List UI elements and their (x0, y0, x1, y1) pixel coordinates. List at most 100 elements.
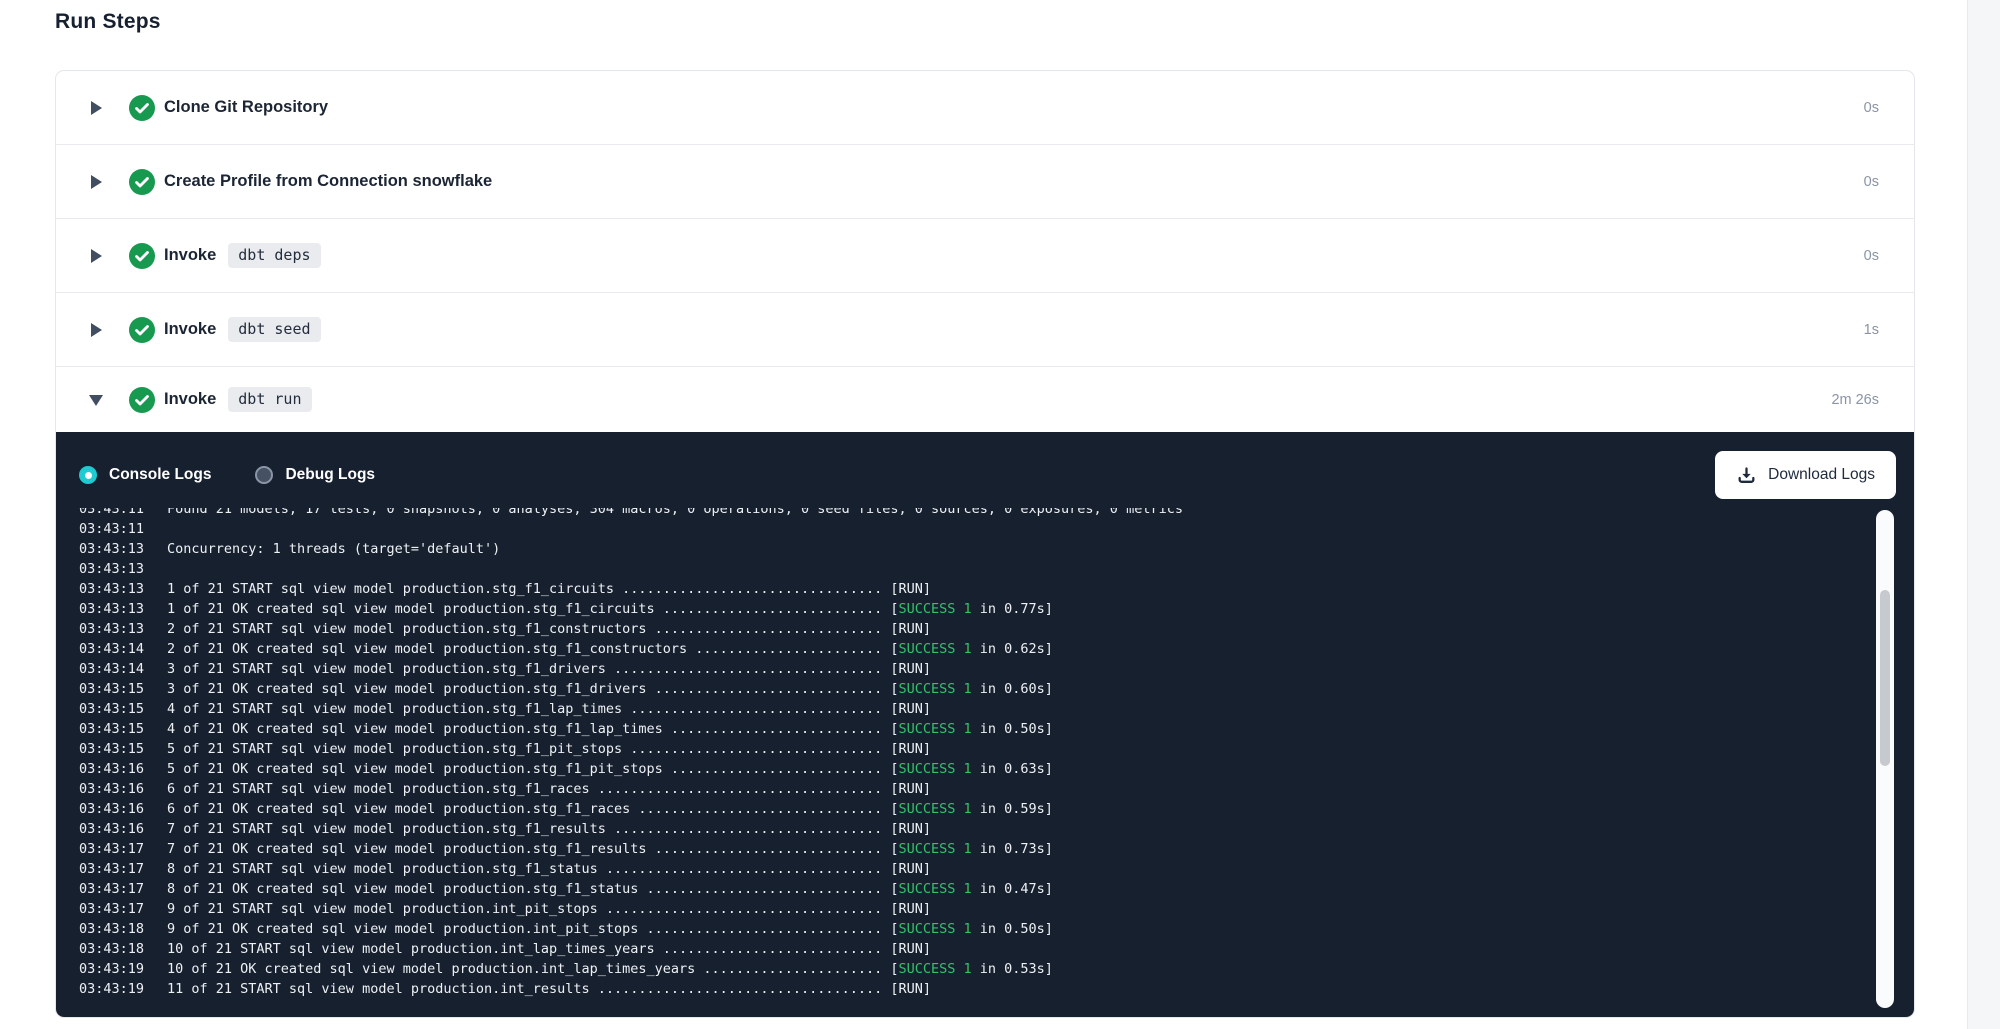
log-line: 03:43:1910 of 21 OK created sql view mod… (79, 959, 1870, 979)
log-message: Found 21 models, 17 tests, 0 snapshots, … (167, 508, 1183, 517)
success-check-icon (129, 95, 155, 121)
log-timestamp: 03:43:17 (79, 859, 167, 879)
log-line: 03:43:166 of 21 START sql view model pro… (79, 779, 1870, 799)
run-steps-list: Clone Git Repository0sCreate Profile fro… (56, 71, 1914, 432)
log-success-status: SUCCESS 1 (899, 921, 972, 937)
log-line: 03:43:11Found 21 models, 17 tests, 0 sna… (79, 508, 1870, 519)
log-line: 03:43:142 of 21 OK created sql view mode… (79, 639, 1870, 659)
log-success-status: SUCCESS 1 (899, 641, 972, 657)
log-message: 9 of 21 OK created sql view model produc… (167, 921, 899, 937)
run-step-row-4[interactable]: Invokedbt seed1s (56, 292, 1914, 366)
step-duration: 0s (1864, 248, 1879, 264)
log-timestamp: 03:43:15 (79, 719, 167, 739)
log-duration: in 0.50s] (972, 721, 1053, 737)
log-duration: in 0.59s] (972, 801, 1053, 817)
log-message: 8 of 21 OK created sql view model produc… (167, 881, 899, 897)
command-chip: dbt deps (228, 243, 320, 268)
debug-logs-radio[interactable]: Debug Logs (255, 466, 375, 484)
download-logs-label: Download Logs (1768, 466, 1875, 484)
success-check-icon (129, 317, 155, 343)
log-message: 1 of 21 OK created sql view model produc… (167, 601, 899, 617)
log-success-status: SUCCESS 1 (899, 721, 972, 737)
log-timestamp: 03:43:19 (79, 979, 167, 999)
log-line: 03:43:153 of 21 OK created sql view mode… (79, 679, 1870, 699)
log-duration: in 0.50s] (972, 921, 1053, 937)
log-message: 1 of 21 START sql view model production.… (167, 581, 931, 597)
log-message: 7 of 21 OK created sql view model produc… (167, 841, 899, 857)
download-logs-button[interactable]: Download Logs (1715, 451, 1896, 499)
log-type-radio-group: Console Logs Debug Logs (79, 466, 375, 484)
success-check-icon (129, 387, 155, 413)
log-duration: in 0.47s] (972, 881, 1053, 897)
log-timestamp: 03:43:11 (79, 508, 167, 519)
log-message: 9 of 21 START sql view model production.… (167, 901, 931, 917)
log-timestamp: 03:43:15 (79, 699, 167, 719)
log-line: 03:43:1911 of 21 START sql view model pr… (79, 979, 1870, 999)
log-timestamp: 03:43:14 (79, 639, 167, 659)
caret-right-icon[interactable] (89, 175, 103, 189)
log-success-status: SUCCESS 1 (899, 761, 972, 777)
run-steps-card: Clone Git Repository0sCreate Profile fro… (55, 70, 1915, 1018)
log-line: 03:43:13Concurrency: 1 threads (target='… (79, 539, 1870, 559)
log-line: 03:43:155 of 21 START sql view model pro… (79, 739, 1870, 759)
log-panel-header: Console Logs Debug Logs Download Logs (56, 432, 1914, 499)
log-message: 11 of 21 START sql view model production… (167, 981, 931, 997)
log-line: 03:43:178 of 21 OK created sql view mode… (79, 879, 1870, 899)
command-chip: dbt seed (228, 317, 320, 342)
log-message: 7 of 21 START sql view model production.… (167, 821, 931, 837)
log-scrollbar-track[interactable] (1876, 510, 1894, 1008)
log-message: 5 of 21 START sql view model production.… (167, 741, 931, 757)
log-timestamp: 03:43:18 (79, 919, 167, 939)
log-message: 2 of 21 OK created sql view model produc… (167, 641, 899, 657)
log-timestamp: 03:43:18 (79, 939, 167, 959)
success-check-icon (129, 169, 155, 195)
caret-right-icon[interactable] (89, 323, 103, 337)
console-logs-radio[interactable]: Console Logs (79, 466, 211, 484)
run-step-row-2[interactable]: Create Profile from Connection snowflake… (56, 144, 1914, 218)
log-message: 6 of 21 START sql view model production.… (167, 781, 931, 797)
download-icon (1736, 465, 1757, 486)
log-timestamp: 03:43:16 (79, 799, 167, 819)
caret-right-icon[interactable] (89, 249, 103, 263)
run-step-row-1[interactable]: Clone Git Repository0s (56, 71, 1914, 144)
log-timestamp: 03:43:13 (79, 559, 167, 579)
log-scrollbar-thumb[interactable] (1880, 590, 1890, 766)
log-message: 10 of 21 START sql view model production… (167, 941, 931, 957)
log-message: 5 of 21 OK created sql view model produc… (167, 761, 899, 777)
step-label: Create Profile from Connection snowflake (164, 172, 492, 191)
radio-unselected-icon (255, 466, 273, 484)
log-line: 03:43:166 of 21 OK created sql view mode… (79, 799, 1870, 819)
step-label: Clone Git Repository (164, 98, 328, 117)
run-step-row-3[interactable]: Invokedbt deps0s (56, 218, 1914, 292)
log-timestamp: 03:43:11 (79, 519, 167, 539)
log-line: 03:43:179 of 21 START sql view model pro… (79, 899, 1870, 919)
log-timestamp: 03:43:15 (79, 679, 167, 699)
log-message: 2 of 21 START sql view model production.… (167, 621, 931, 637)
log-line: 03:43:154 of 21 OK created sql view mode… (79, 719, 1870, 739)
log-panel: Console Logs Debug Logs Download Logs 03… (56, 432, 1914, 1017)
log-success-status: SUCCESS 1 (899, 801, 972, 817)
log-duration: in 0.63s] (972, 761, 1053, 777)
log-line: 03:43:1810 of 21 START sql view model pr… (79, 939, 1870, 959)
log-message: 4 of 21 START sql view model production.… (167, 701, 931, 717)
log-message: 4 of 21 OK created sql view model produc… (167, 721, 899, 737)
console-log-output[interactable]: 03:43:11Found 21 models, 17 tests, 0 sna… (56, 508, 1870, 1009)
log-timestamp: 03:43:19 (79, 959, 167, 979)
log-line: 03:43:178 of 21 START sql view model pro… (79, 859, 1870, 879)
run-step-row-5[interactable]: Invokedbt run2m 26s (56, 366, 1914, 432)
caret-down-icon[interactable] (89, 393, 103, 407)
log-timestamp: 03:43:13 (79, 539, 167, 559)
log-message: Concurrency: 1 threads (target='default'… (167, 541, 500, 557)
log-line: 03:43:11 (79, 519, 1870, 539)
log-success-status: SUCCESS 1 (899, 881, 972, 897)
step-duration: 2m 26s (1831, 392, 1879, 408)
log-timestamp: 03:43:16 (79, 819, 167, 839)
log-success-status: SUCCESS 1 (899, 841, 972, 857)
log-success-status: SUCCESS 1 (899, 961, 972, 977)
caret-right-icon[interactable] (89, 101, 103, 115)
log-line: 03:43:154 of 21 START sql view model pro… (79, 699, 1870, 719)
debug-logs-label: Debug Logs (285, 466, 375, 484)
log-timestamp: 03:43:17 (79, 879, 167, 899)
page-right-gutter (1967, 0, 2000, 1029)
log-line: 03:43:189 of 21 OK created sql view mode… (79, 919, 1870, 939)
